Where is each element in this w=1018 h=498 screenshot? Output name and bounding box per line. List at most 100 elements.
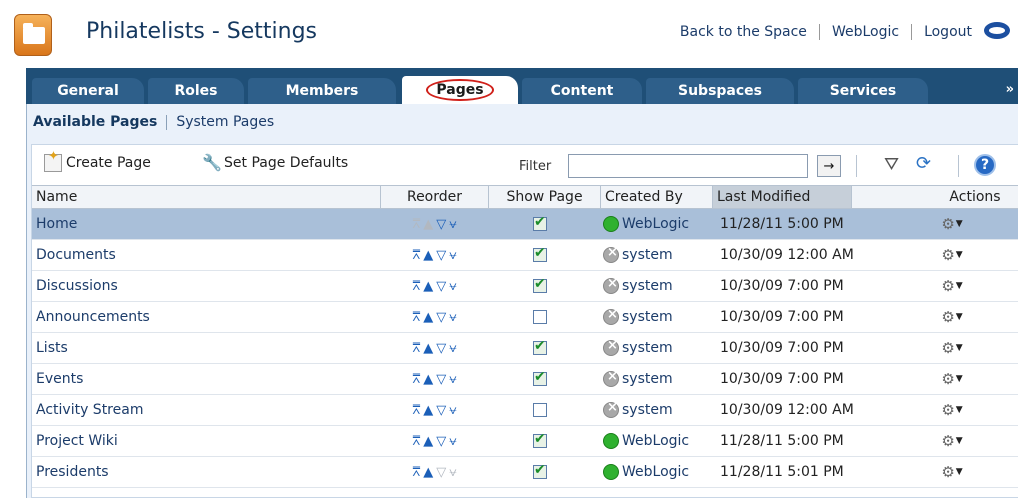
show-page-checkbox[interactable] xyxy=(533,214,547,231)
creator-link[interactable]: system xyxy=(622,340,673,356)
table-row[interactable]: Discussions ⩞▲▽⩝ system 10/30/09 7:00 PM ⚙▼ xyxy=(32,271,1018,302)
move-up-icon[interactable]: ▲ xyxy=(423,434,434,449)
move-up-icon[interactable]: ▲ xyxy=(423,217,434,232)
move-down-icon[interactable]: ▽ xyxy=(436,434,447,449)
creator-link[interactable]: system xyxy=(622,402,673,418)
page-name-link[interactable]: Presidents xyxy=(36,457,109,487)
tab-services[interactable]: Services xyxy=(798,78,928,104)
table-row[interactable]: Project Wiki ⩞▲▽⩝ WebLogic 11/28/11 5:00 PM… xyxy=(32,426,1018,457)
move-down-icon[interactable]: ▽ xyxy=(436,465,447,480)
move-to-top-icon[interactable]: ⩞ xyxy=(412,341,421,356)
refresh-icon[interactable]: ⟳ xyxy=(916,153,931,174)
move-to-bottom-icon[interactable]: ⩝ xyxy=(449,310,457,325)
actions-menu-button[interactable]: ⚙ ▼ xyxy=(912,457,992,487)
move-to-top-icon[interactable]: ⩞ xyxy=(412,403,421,418)
table-row[interactable]: Activity Stream ⩞▲▽⩝ system 10/30/09 12:00 … xyxy=(32,395,1018,426)
filter-go-button[interactable]: → xyxy=(817,155,841,177)
show-page-checkbox[interactable] xyxy=(533,431,547,448)
funnel-icon[interactable]: ⛛ xyxy=(884,154,899,175)
creator-link[interactable]: WebLogic xyxy=(622,433,689,449)
move-up-icon[interactable]: ▲ xyxy=(423,465,434,480)
move-to-bottom-icon[interactable]: ⩝ xyxy=(449,434,457,449)
move-up-icon[interactable]: ▲ xyxy=(423,279,434,294)
page-name-link[interactable]: Home xyxy=(36,209,77,239)
filter-input[interactable] xyxy=(568,154,808,178)
move-to-top-icon[interactable]: ⩞ xyxy=(412,217,421,232)
table-row[interactable]: Announcements ⩞▲▽⩝ system 10/30/09 7:00 PM ⚙… xyxy=(32,302,1018,333)
tab-members[interactable]: Members xyxy=(248,78,396,104)
actions-menu-button[interactable]: ⚙ ▼ xyxy=(912,209,992,239)
page-name-link[interactable]: Events xyxy=(36,364,83,394)
move-down-icon[interactable]: ▽ xyxy=(436,217,447,232)
table-row[interactable]: Events ⩞▲▽⩝ system 10/30/09 7:00 PM ⚙▼ xyxy=(32,364,1018,395)
show-page-checkbox[interactable] xyxy=(533,245,547,262)
tab-roles[interactable]: Roles xyxy=(148,78,244,104)
column-header-created-by[interactable]: Created By xyxy=(601,186,713,208)
move-to-top-icon[interactable]: ⩞ xyxy=(412,279,421,294)
move-to-top-icon[interactable]: ⩞ xyxy=(412,434,421,449)
actions-menu-button[interactable]: ⚙ ▼ xyxy=(912,426,992,456)
move-down-icon[interactable]: ▽ xyxy=(436,403,447,418)
move-to-top-icon[interactable]: ⩞ xyxy=(412,248,421,263)
tab-overflow-button[interactable]: » xyxy=(1006,82,1014,97)
show-page-checkbox[interactable] xyxy=(533,462,547,479)
column-header-reorder[interactable]: Reorder xyxy=(381,186,489,208)
table-row[interactable]: Home ⩞▲▽⩝ WebLogic 11/28/11 5:00 PM ⚙▼ xyxy=(32,209,1018,240)
create-page-button[interactable]: Create Page xyxy=(44,149,151,172)
show-page-checkbox[interactable] xyxy=(533,276,547,293)
set-page-defaults-button[interactable]: 🔧 Set Page Defaults xyxy=(202,154,348,172)
column-header-last-modified[interactable]: Last Modified xyxy=(713,186,852,208)
move-to-bottom-icon[interactable]: ⩝ xyxy=(449,465,457,480)
move-down-icon[interactable]: ▽ xyxy=(436,372,447,387)
show-page-checkbox[interactable] xyxy=(533,403,547,417)
move-down-icon[interactable]: ▽ xyxy=(436,310,447,325)
column-header-name[interactable]: Name xyxy=(32,186,381,208)
tab-content[interactable]: Content xyxy=(522,78,642,104)
show-page-checkbox[interactable] xyxy=(533,338,547,355)
subnav-available-pages[interactable]: Available Pages xyxy=(33,114,157,130)
move-down-icon[interactable]: ▽ xyxy=(436,279,447,294)
creator-link[interactable]: system xyxy=(622,309,673,325)
move-to-bottom-icon[interactable]: ⩝ xyxy=(449,372,457,387)
move-up-icon[interactable]: ▲ xyxy=(423,248,434,263)
move-up-icon[interactable]: ▲ xyxy=(423,403,434,418)
creator-link[interactable]: system xyxy=(622,247,673,263)
creator-link[interactable]: system xyxy=(622,278,673,294)
page-name-link[interactable]: Activity Stream xyxy=(36,395,143,425)
move-down-icon[interactable]: ▽ xyxy=(436,248,447,263)
column-header-show-page[interactable]: Show Page xyxy=(489,186,601,208)
move-to-bottom-icon[interactable]: ⩝ xyxy=(449,217,457,232)
actions-menu-button[interactable]: ⚙ ▼ xyxy=(912,271,992,301)
move-up-icon[interactable]: ▲ xyxy=(423,310,434,325)
show-page-checkbox[interactable] xyxy=(533,310,547,324)
tab-subspaces[interactable]: Subspaces xyxy=(646,78,794,104)
table-row[interactable]: Documents ⩞▲▽⩝ system 10/30/09 12:00 AM ⚙▼ xyxy=(32,240,1018,271)
move-down-icon[interactable]: ▽ xyxy=(436,341,447,356)
move-to-bottom-icon[interactable]: ⩝ xyxy=(449,279,457,294)
move-up-icon[interactable]: ▲ xyxy=(423,372,434,387)
page-name-link[interactable]: Discussions xyxy=(36,271,118,301)
tab-pages[interactable]: Pages xyxy=(402,76,518,104)
page-name-link[interactable]: Documents xyxy=(36,240,116,270)
move-to-top-icon[interactable]: ⩞ xyxy=(412,372,421,387)
move-to-bottom-icon[interactable]: ⩝ xyxy=(449,248,457,263)
user-link[interactable]: WebLogic xyxy=(832,24,899,40)
help-icon[interactable]: ? xyxy=(974,154,996,176)
creator-link[interactable]: system xyxy=(622,371,673,387)
actions-menu-button[interactable]: ⚙ ▼ xyxy=(912,302,992,332)
move-to-bottom-icon[interactable]: ⩝ xyxy=(449,341,457,356)
table-row[interactable]: Presidents ⩞▲▽⩝ WebLogic 11/28/11 5:01 PM ⚙▼ xyxy=(32,457,1018,488)
move-to-top-icon[interactable]: ⩞ xyxy=(412,310,421,325)
creator-link[interactable]: WebLogic xyxy=(622,464,689,480)
page-name-link[interactable]: Announcements xyxy=(36,302,150,332)
page-name-link[interactable]: Lists xyxy=(36,333,68,363)
page-name-link[interactable]: Project Wiki xyxy=(36,426,118,456)
back-to-space-link[interactable]: Back to the Space xyxy=(680,24,807,40)
show-page-checkbox[interactable] xyxy=(533,369,547,386)
actions-menu-button[interactable]: ⚙ ▼ xyxy=(912,240,992,270)
move-up-icon[interactable]: ▲ xyxy=(423,341,434,356)
table-row[interactable]: Lists ⩞▲▽⩝ system 10/30/09 7:00 PM ⚙▼ xyxy=(32,333,1018,364)
logout-link[interactable]: Logout xyxy=(924,24,972,40)
tab-general[interactable]: General xyxy=(32,78,144,104)
move-to-bottom-icon[interactable]: ⩝ xyxy=(449,403,457,418)
